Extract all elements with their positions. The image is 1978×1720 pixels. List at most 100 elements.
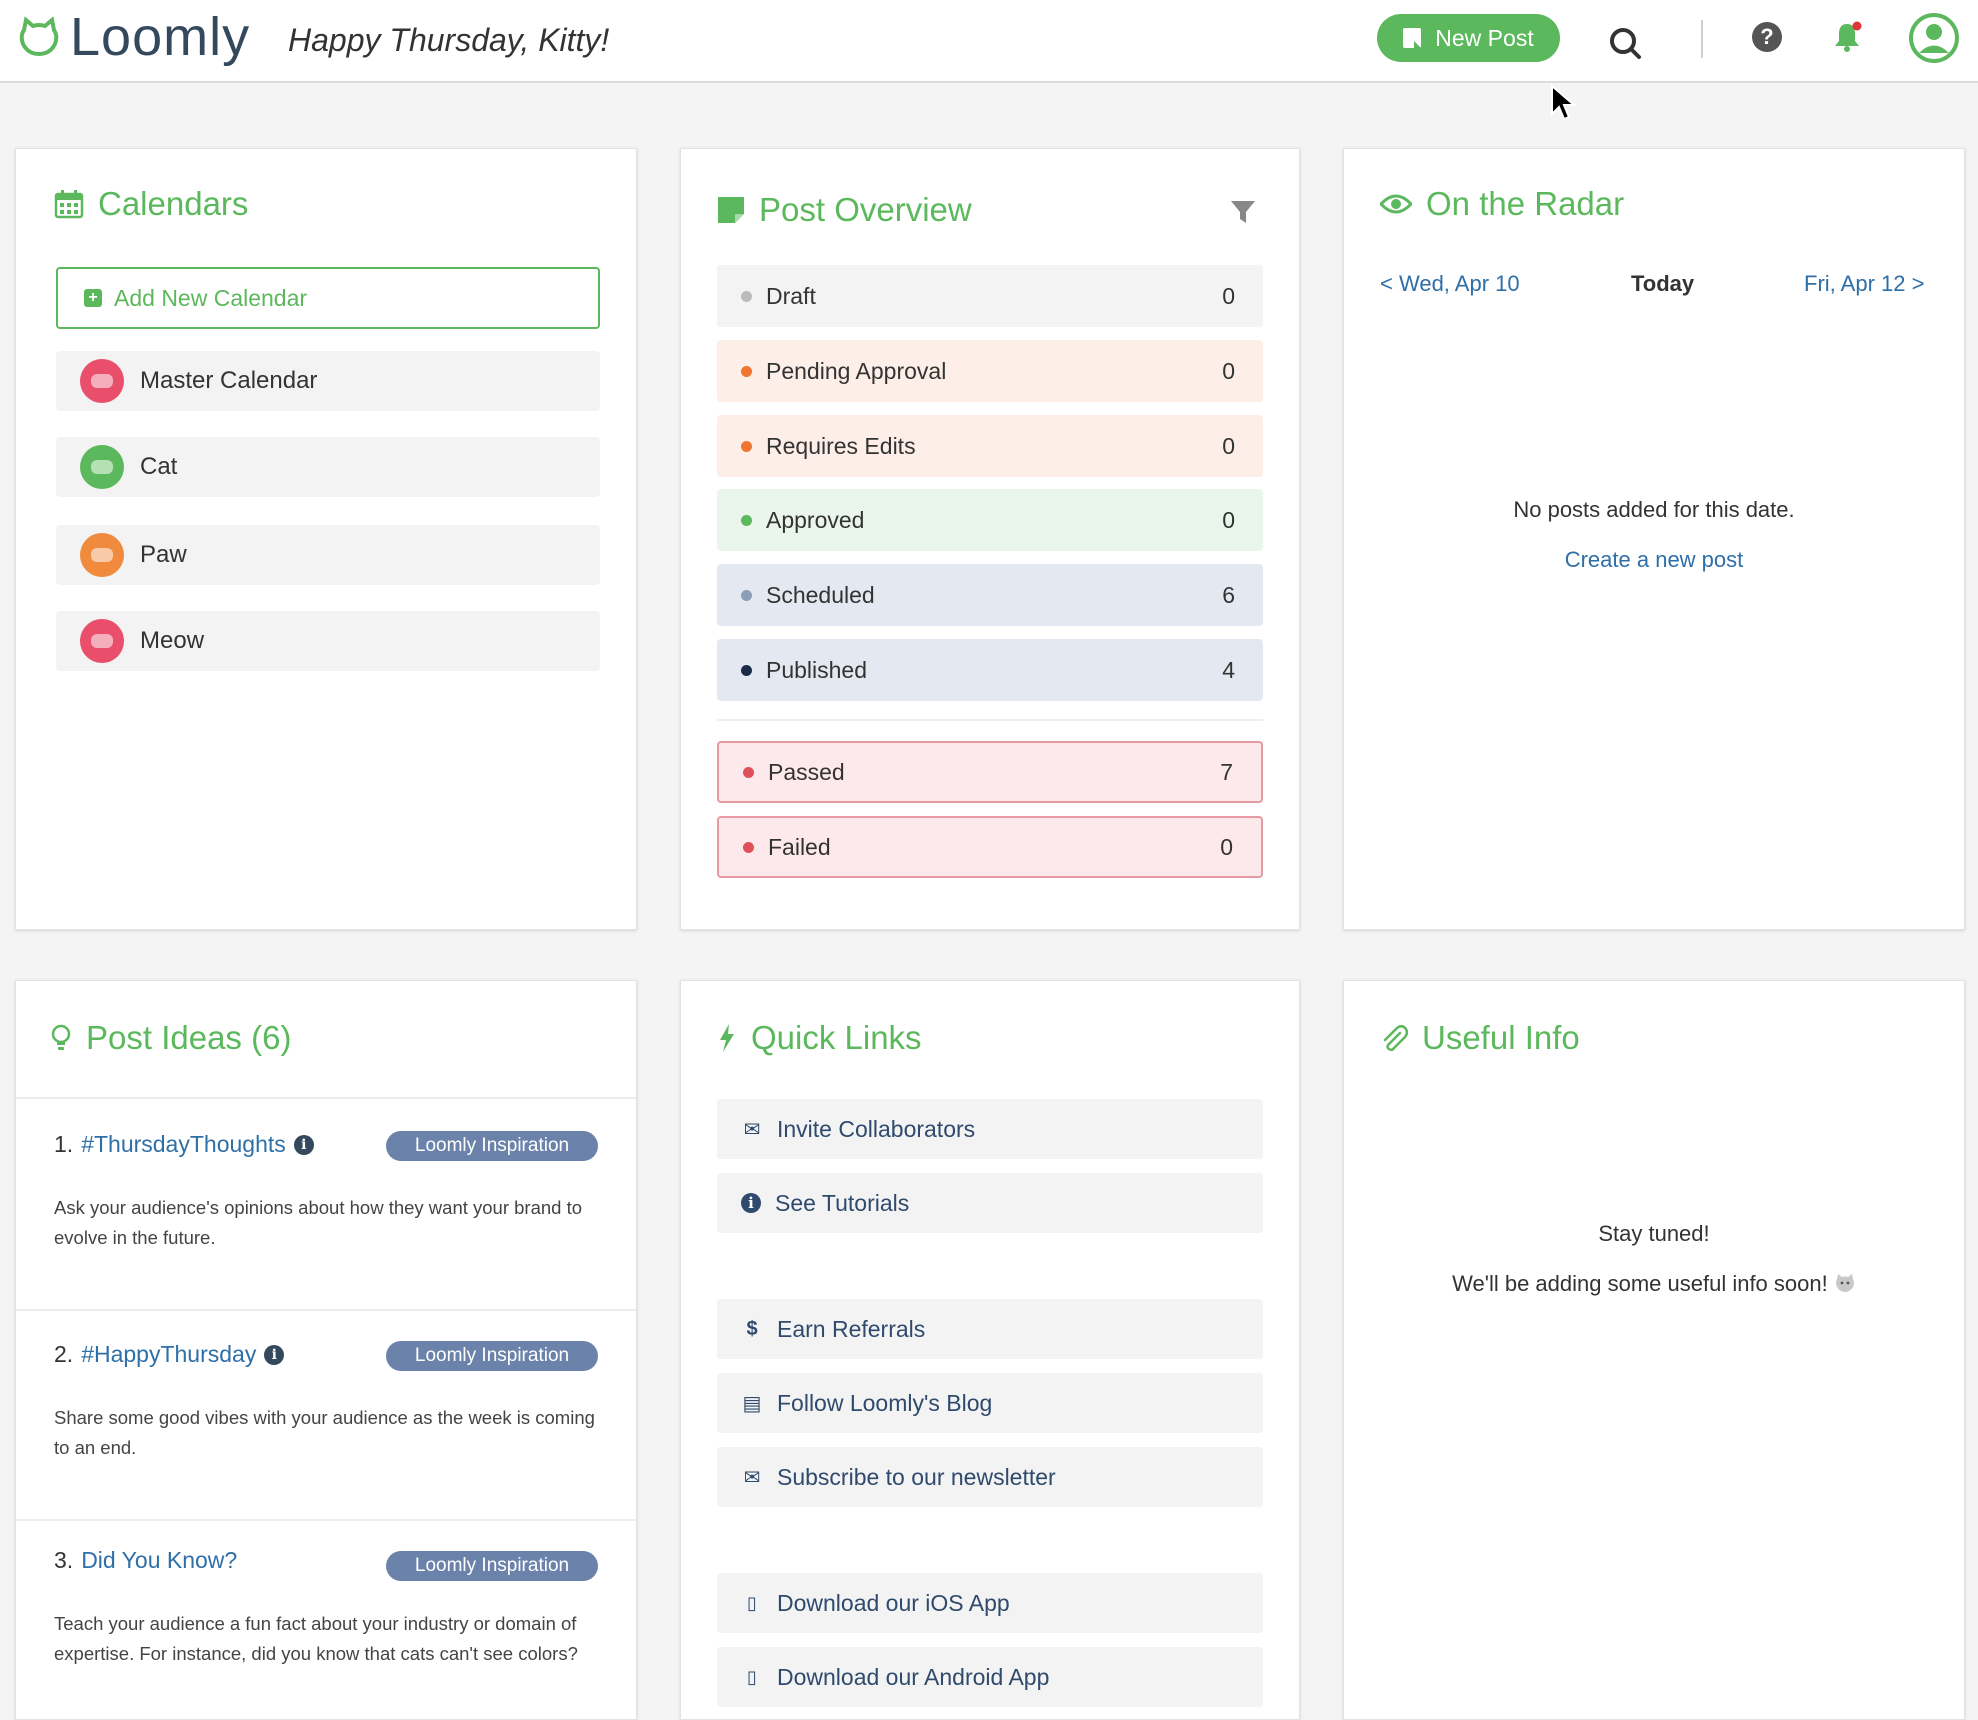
sticky-note-icon (718, 197, 744, 223)
quick-links-card: Quick Links ✉ Invite Collaborators i See Tu… (680, 980, 1300, 1720)
quick-link-subscribe-to-our-newsletter[interactable]: ✉ Subscribe to our newsletter (717, 1447, 1263, 1507)
note-icon (1403, 28, 1422, 48)
quick-link-see-tutorials[interactable]: i See Tutorials (717, 1173, 1263, 1233)
post-ideas-title-text: Post Ideas (6) (86, 1019, 292, 1056)
calendar-item-paw[interactable]: Paw (56, 525, 600, 585)
calendar-item-label: Cat (140, 453, 178, 480)
quick-link-download-our-ios-app[interactable]: ▯ Download our iOS App (717, 1573, 1263, 1633)
radar-next-day-link[interactable]: Fri, Apr 12 > (1804, 271, 1924, 297)
ideas-divider (16, 1519, 636, 1521)
plus-square-icon: + (84, 289, 102, 307)
quick-link-label: Invite Collaborators (777, 1115, 976, 1142)
mouse-cursor-icon (1551, 84, 1577, 121)
status-label: Scheduled (766, 581, 875, 608)
status-row-requires-edits[interactable]: Requires Edits 0 (717, 415, 1263, 477)
info-circle-icon[interactable]: i (264, 1344, 285, 1365)
post-ideas-title: Post Ideas (6) (50, 1019, 291, 1057)
lightbulb-icon (51, 1024, 71, 1050)
quick-link-invite-collaborators[interactable]: ✉ Invite Collaborators (717, 1099, 1263, 1159)
calendar-item-meow[interactable]: Meow (56, 611, 600, 671)
useful-info-title: Useful Info (1380, 1019, 1580, 1057)
filter-icon[interactable] (1229, 199, 1257, 225)
help-icon[interactable]: ? (1752, 22, 1782, 52)
status-dot-icon (741, 440, 752, 452)
mobile-icon: ▯ (747, 1666, 757, 1687)
eye-icon (1380, 194, 1412, 214)
greeting: Happy Thursday, Kitty! (288, 22, 610, 58)
calendar-avatar-icon (80, 619, 124, 663)
info-icon: i (741, 1193, 761, 1213)
status-row-approved[interactable]: Approved 0 (717, 489, 1263, 551)
quick-link-label: Follow Loomly's Blog (777, 1389, 993, 1416)
quick-link-earn-referrals[interactable]: $ Earn Referrals (717, 1299, 1263, 1359)
status-row-pending-approval[interactable]: Pending Approval 0 (717, 340, 1263, 402)
create-new-post-link[interactable]: Create a new post (1344, 547, 1964, 573)
info-circle-icon[interactable]: i (293, 1134, 314, 1155)
status-row-scheduled[interactable]: Scheduled 6 (717, 564, 1263, 626)
radar-prev-day-link[interactable]: < Wed, Apr 10 (1380, 271, 1520, 297)
new-post-label: New Post (1435, 24, 1534, 51)
post-ideas-card: Post Ideas (6) 1. #ThursdayThoughts i Looml… (15, 980, 637, 1720)
bolt-icon (720, 1024, 734, 1052)
search-icon[interactable] (1608, 26, 1642, 60)
status-dot-icon (741, 290, 752, 302)
status-label: Requires Edits (766, 432, 916, 459)
header-separator (1701, 20, 1703, 58)
cat-face-icon (1835, 1274, 1854, 1292)
post-idea-title-text[interactable]: Did You Know? (81, 1547, 237, 1574)
status-dot-icon (743, 766, 754, 778)
on-the-radar-title-text: On the Radar (1426, 185, 1625, 222)
user-avatar-icon[interactable] (1908, 12, 1960, 64)
status-label: Approved (766, 506, 865, 533)
ideas-divider (16, 1097, 636, 1099)
post-idea-description: Ask your audience's opinions about how t… (54, 1197, 583, 1248)
status-dot-icon (741, 365, 752, 377)
status-dot-icon (743, 841, 754, 853)
post-idea-title[interactable]: 1. #ThursdayThoughts i (54, 1131, 314, 1158)
envelope-icon: ✉ (743, 1118, 761, 1141)
calendar-item-cat[interactable]: Cat (56, 437, 600, 497)
status-count: 7 (1220, 758, 1233, 785)
status-label: Failed (768, 833, 831, 860)
new-post-button[interactable]: New Post (1377, 14, 1560, 62)
paperclip-icon (1383, 1025, 1408, 1052)
status-row-published[interactable]: Published 4 (717, 639, 1263, 701)
status-divider (717, 719, 1263, 721)
quick-link-label: Earn Referrals (777, 1315, 926, 1342)
mobile-icon: ▯ (747, 1592, 757, 1613)
loomly-inspiration-badge: Loomly Inspiration (386, 1341, 598, 1371)
status-dot-icon (741, 589, 752, 601)
status-row-failed[interactable]: Failed 0 (717, 816, 1263, 878)
status-row-passed[interactable]: Passed 7 (717, 741, 1263, 803)
dollar-icon: $ (746, 1317, 758, 1340)
post-idea-description: Teach your audience a fun fact about you… (54, 1613, 578, 1664)
calendars-title-text: Calendars (98, 185, 249, 222)
bell-icon[interactable] (1830, 20, 1864, 54)
add-new-calendar-button[interactable]: + Add New Calendar (56, 267, 600, 329)
envelope-outline-icon: ✉ (743, 1466, 761, 1489)
cat-logo-icon (19, 16, 59, 57)
quick-link-follow-loomly-s-blog[interactable]: ▤ Follow Loomly's Blog (717, 1373, 1263, 1433)
post-idea-title[interactable]: 2. #HappyThursday i (54, 1341, 285, 1368)
post-idea-description: Share some good vibes with your audience… (54, 1407, 595, 1458)
status-row-draft[interactable]: Draft 0 (717, 265, 1263, 327)
useful-info-card: Useful Info Stay tuned! We'll be adding … (1343, 980, 1965, 1720)
quick-links-title: Quick Links (717, 1019, 922, 1057)
quick-link-label: Subscribe to our newsletter (777, 1463, 1056, 1490)
status-dot-icon (741, 514, 752, 526)
calendar-item-label: Master Calendar (140, 367, 318, 394)
post-idea-title[interactable]: 3. Did You Know? (54, 1547, 237, 1574)
post-idea-title-text[interactable]: #HappyThursday (81, 1341, 256, 1368)
post-idea-number: 3. (54, 1547, 74, 1573)
post-idea-title-text[interactable]: #ThursdayThoughts (81, 1131, 286, 1158)
status-count: 0 (1222, 506, 1235, 533)
status-label: Pending Approval (766, 357, 947, 384)
quick-link-label: See Tutorials (775, 1189, 910, 1216)
quick-link-download-our-android-app[interactable]: ▯ Download our Android App (717, 1647, 1263, 1707)
status-dot-icon (741, 664, 752, 676)
calendar-icon (54, 190, 84, 219)
calendar-item-master-calendar[interactable]: Master Calendar (56, 351, 600, 411)
loomly-logo[interactable]: Loomly (18, 6, 250, 68)
loomly-inspiration-badge: Loomly Inspiration (386, 1131, 598, 1161)
useful-info-line-2-text: We'll be adding some useful info soon! (1452, 1271, 1828, 1296)
